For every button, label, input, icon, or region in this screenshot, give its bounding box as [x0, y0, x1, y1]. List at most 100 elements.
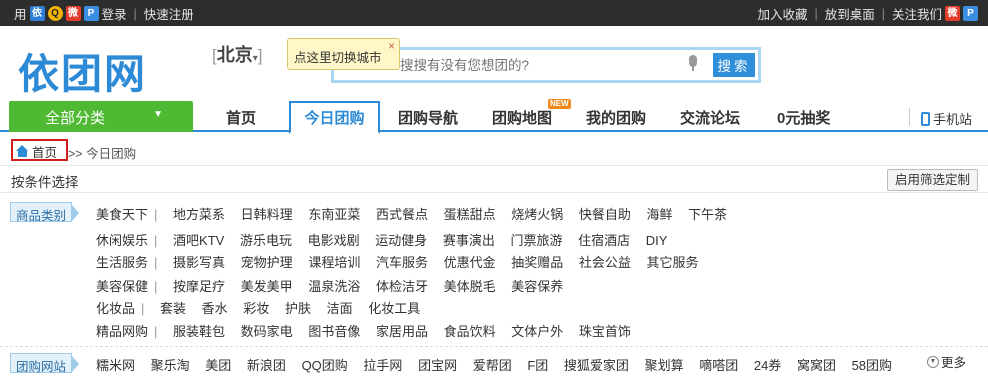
divider: | — [154, 324, 158, 339]
all-categories-button[interactable]: 全部分类 ▼ — [9, 101, 193, 132]
divider: | — [154, 279, 158, 294]
category-item[interactable]: 其它服务 — [647, 255, 699, 270]
category-item[interactable]: 美发美甲 — [241, 279, 293, 294]
site-link[interactable]: 新浪团 — [247, 358, 286, 373]
category-item[interactable]: 美容保养 — [511, 279, 563, 294]
category-lead[interactable]: 美容保健 — [96, 279, 148, 294]
register-link[interactable]: 快速注册 — [144, 4, 194, 23]
site-logo[interactable]: 依团网 — [18, 40, 147, 100]
category-item[interactable]: 体检洁牙 — [376, 279, 428, 294]
category-item[interactable]: 香水 — [202, 301, 228, 316]
category-item[interactable]: 游乐电玩 — [240, 233, 292, 248]
category-item[interactable]: 地方菜系 — [173, 207, 225, 222]
follow-us-link[interactable]: 关注我们 — [892, 4, 942, 23]
search-input[interactable] — [400, 54, 680, 76]
mobile-site-link[interactable]: 手机站 — [920, 109, 972, 128]
breadcrumb-home[interactable]: 首页 — [11, 139, 68, 161]
category-item[interactable]: 门票旅游 — [511, 233, 563, 248]
add-favorite-link[interactable]: 加入收藏 — [757, 4, 807, 23]
category-item[interactable]: 图书音像 — [308, 324, 360, 339]
category-item[interactable]: 洁面 — [327, 301, 353, 316]
site-link[interactable]: 聚乐淘 — [151, 358, 190, 373]
category-item[interactable]: 汽车服务 — [376, 255, 428, 270]
category-item[interactable]: 套装 — [160, 301, 186, 316]
weibo-icon[interactable]: 微 — [945, 6, 960, 21]
category-item[interactable]: 家居用品 — [376, 324, 428, 339]
category-item[interactable]: 烧烤火锅 — [511, 207, 563, 222]
category-item[interactable]: 彩妆 — [243, 301, 269, 316]
site-link[interactable]: 搜狐爱家团 — [564, 358, 629, 373]
category-lead[interactable]: 休闲娱乐 — [96, 233, 148, 248]
category-item[interactable]: 抽奖赠品 — [511, 255, 563, 270]
weibo-icon[interactable]: 微 — [65, 6, 81, 21]
category-item[interactable]: 珠宝首饰 — [579, 324, 631, 339]
category-item[interactable]: 温泉洗浴 — [308, 279, 360, 294]
tab-today-deals[interactable]: 今日团购 — [289, 101, 380, 134]
site-link[interactable]: F团 — [527, 358, 548, 373]
qq-icon[interactable]: Q — [47, 6, 63, 21]
category-item[interactable]: DIY — [646, 233, 668, 248]
category-item[interactable]: 蛋糕甜点 — [444, 207, 496, 222]
site-link[interactable]: 24券 — [754, 358, 781, 373]
login-link[interactable]: 登录 — [102, 4, 127, 23]
category-item[interactable]: 食品饮料 — [444, 324, 496, 339]
close-icon[interactable]: × — [388, 39, 395, 53]
site-link[interactable]: 聚划算 — [645, 358, 684, 373]
category-item[interactable]: 西式餐点 — [376, 207, 428, 222]
tab-deal-map[interactable]: 团购地图 NEW — [492, 99, 571, 132]
category-item[interactable]: 电影戏剧 — [308, 233, 360, 248]
tab-deal-navigation[interactable]: 团购导航 — [398, 101, 458, 132]
category-lead[interactable]: 化妆品 — [96, 301, 135, 316]
category-item[interactable]: 下午茶 — [688, 207, 727, 222]
category-item[interactable]: 东南亚菜 — [308, 207, 360, 222]
site-link[interactable]: 美团 — [205, 358, 231, 373]
site-link[interactable]: 58团购 — [852, 358, 892, 373]
search-button[interactable]: 搜索 — [713, 53, 755, 77]
site-link[interactable]: 团宝网 — [418, 358, 457, 373]
category-item[interactable]: 宠物护理 — [241, 255, 293, 270]
category-item[interactable]: 摄影写真 — [173, 255, 225, 270]
tab-my-deals[interactable]: 我的团购 — [586, 101, 646, 132]
category-item[interactable]: 服装鞋包 — [173, 324, 225, 339]
site-link[interactable]: 窝窝团 — [797, 358, 836, 373]
city-switcher[interactable]: [北京▾] — [212, 41, 263, 67]
qzone-icon[interactable]: P — [83, 6, 99, 21]
divider: | — [814, 6, 818, 21]
microphone-icon[interactable] — [688, 55, 698, 71]
tab-home[interactable]: 首页 — [226, 101, 256, 132]
category-item[interactable]: 酒吧KTV — [173, 233, 224, 248]
site-link[interactable]: 爱帮团 — [473, 358, 512, 373]
category-lead[interactable]: 生活服务 — [96, 255, 148, 270]
category-item[interactable]: 美体脱毛 — [444, 279, 496, 294]
category-item[interactable]: 运动健身 — [375, 233, 427, 248]
divider: | — [141, 301, 145, 316]
site-link[interactable]: 糯米网 — [96, 358, 135, 373]
desktop-link[interactable]: 放到桌面 — [825, 4, 875, 23]
category-item[interactable]: 住宿酒店 — [578, 233, 630, 248]
category-item[interactable]: 化妆工具 — [368, 301, 420, 316]
qzone-icon[interactable]: P — [963, 6, 978, 21]
category-lead[interactable]: 美食天下 — [96, 207, 148, 222]
category-item[interactable]: 日韩料理 — [241, 207, 293, 222]
category-item[interactable]: 赛事演出 — [443, 233, 495, 248]
yituan-icon[interactable]: 依 — [29, 6, 45, 21]
site-link[interactable]: 拉手网 — [363, 358, 402, 373]
tab-lottery[interactable]: 0元抽奖 — [777, 101, 830, 132]
category-item[interactable]: 课程培训 — [308, 255, 360, 270]
site-link[interactable]: 嘀嗒团 — [699, 358, 738, 373]
category-item[interactable]: 社会公益 — [579, 255, 631, 270]
category-tag: 商品类别 — [10, 202, 80, 223]
category-item[interactable]: 海鲜 — [647, 207, 673, 222]
category-item[interactable]: 快餐自助 — [579, 207, 631, 222]
tab-forum[interactable]: 交流论坛 — [680, 101, 740, 132]
category-item[interactable]: 数码家电 — [241, 324, 293, 339]
category-item[interactable]: 按摩足疗 — [173, 279, 225, 294]
more-sites-button[interactable]: ▼ 更多 — [926, 352, 966, 371]
enable-filter-customize-button[interactable]: 启用筛选定制 — [886, 169, 978, 191]
category-item[interactable]: 文体户外 — [511, 324, 563, 339]
category-lead[interactable]: 精品网购 — [96, 324, 148, 339]
site-link[interactable]: QQ团购 — [302, 358, 348, 373]
category-item[interactable]: 护肤 — [285, 301, 311, 316]
filter-title: 按条件选择 — [11, 175, 79, 190]
category-item[interactable]: 优惠代金 — [444, 255, 496, 270]
